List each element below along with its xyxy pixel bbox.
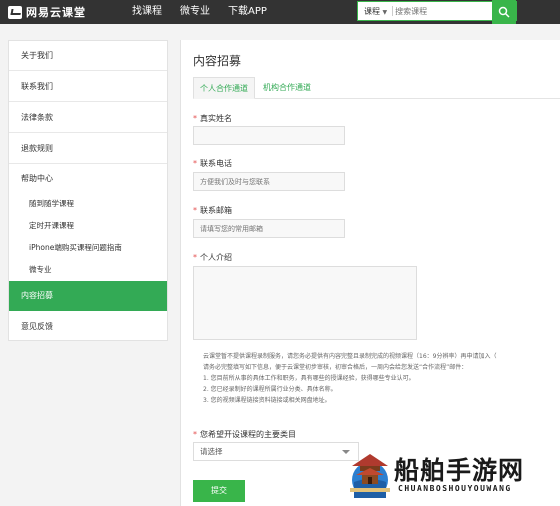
name-field[interactable] [193,126,345,145]
notice-line: 1. 您目前所从事的具体工作和职务，具有哪些的授课经验，获得哪些专业认可。 [203,375,415,382]
category-select[interactable]: 请选择 [193,442,359,461]
watermark-subtitle: CHUANBOSHOUYOUWANG [398,484,512,493]
top-nav-bar: 网易云课堂 找课程 微专业 下载APP 课程 ▼ [0,0,560,24]
email-label-text: 联系邮箱 [200,206,232,215]
notice-text: 云课堂暂不提供课程录制服务，请您务必提供有内容完整且录制完成的视频课程（16：9… [203,351,553,406]
required-marker: * [193,159,197,168]
search-input[interactable] [395,6,486,16]
sidebar-subitem-scheduled[interactable]: 定时开课课程 [9,215,167,237]
email-label: * 联系邮箱 [193,205,232,216]
nav-find-courses[interactable]: 找课程 [132,0,162,24]
logo-icon [8,5,22,19]
intro-label: * 个人介绍 [193,252,232,263]
sidebar-subitem-iphone[interactable]: iPhone端购买课程问题指南 [9,237,167,259]
category-label-text: 您希望开设课程的主要类目 [200,430,296,439]
sidebar-subitem-micro[interactable]: 微专业 [9,259,167,281]
main-panel: 内容招募 个人合作通道 机构合作通道 *真实姓名 *联系电话 *联系邮箱 *个人… [180,40,560,506]
name-label: * 真实姓名 [193,113,232,124]
required-marker: * [193,253,197,262]
search-divider [392,6,394,16]
sidebar-item-feedback[interactable]: 意见反馈 [9,312,167,342]
category-label: * 您希望开设课程的主要类目 [193,429,296,440]
notice-line: 2. 您已经录制好的课程所属行业分类、具体名称。 [203,386,337,393]
email-field[interactable] [193,219,345,238]
sidebar-subitem-anytime[interactable]: 随到随学课程 [9,193,167,215]
intro-textarea[interactable] [193,266,417,340]
phone-field[interactable] [193,172,345,191]
sidebar-item-help[interactable]: 帮助中心 [9,165,167,193]
search-icon [498,6,510,18]
name-label-text: 真实姓名 [200,114,232,123]
sidebar: 关于我们 联系我们 法律条款 退款规则 帮助中心 随到随学课程 定时开课课程 i… [8,40,168,341]
pagoda-emblem-icon [350,454,390,498]
site-logo[interactable]: 网易云课堂 [8,3,86,21]
phone-label: * 联系电话 [193,158,232,169]
sidebar-item-recruit[interactable]: 内容招募 [9,281,167,311]
nav-download-app[interactable]: 下载APP [228,0,267,24]
sidebar-item-legal[interactable]: 法律条款 [9,103,167,133]
tab-institution[interactable]: 机构合作通道 [257,77,317,99]
category-select-value: 请选择 [200,447,223,456]
sidebar-item-refund[interactable]: 退款规则 [9,134,167,164]
notice-line: 请务必完整填写如下信息，便于云课堂初步审核，初审合格后，一周内会给您发送“合作流… [203,364,468,371]
search-category-select[interactable]: 课程 ▼ [358,6,390,17]
search-category-label: 课程 [364,6,380,16]
watermark: 船舶手游网 CHUANBOSHOUYOUWANG [346,448,556,504]
intro-label-text: 个人介绍 [200,253,232,262]
search-button[interactable] [492,0,516,24]
sidebar-item-contact[interactable]: 联系我们 [9,72,167,102]
tab-bar: 个人合作通道 机构合作通道 [193,77,560,99]
required-marker: * [193,206,197,215]
nav-micro-major[interactable]: 微专业 [180,0,210,24]
tab-personal[interactable]: 个人合作通道 [193,77,255,99]
required-marker: * [193,430,197,439]
logo-text: 网易云课堂 [26,6,86,19]
notice-line: 云课堂暂不提供课程录制服务，请您务必提供有内容完整且录制完成的视频课程（16：9… [203,353,497,360]
notice-line: 3. 您的视频课程链接资料链接或相关网盘地址。 [203,397,331,404]
watermark-title: 船舶手游网 [394,456,525,485]
submit-button[interactable]: 提交 [193,480,245,502]
sidebar-item-about[interactable]: 关于我们 [9,41,167,71]
phone-label-text: 联系电话 [200,159,232,168]
chevron-down-icon: ▼ [382,8,388,16]
required-marker: * [193,114,197,123]
page-title: 内容招募 [193,54,242,68]
